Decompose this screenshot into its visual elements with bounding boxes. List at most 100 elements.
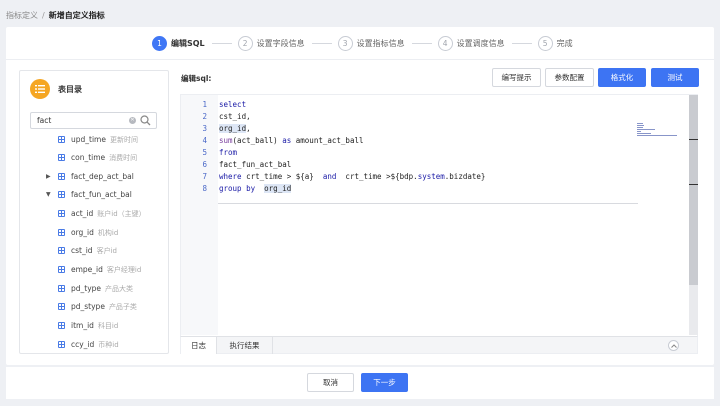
column-icon xyxy=(58,210,65,217)
step-number: 1 xyxy=(152,35,167,51)
catalog-header: 表目录 xyxy=(30,79,82,99)
step-number: 5 xyxy=(537,35,553,51)
step-label: 设置指标信息 xyxy=(356,38,405,48)
tab-execution-result[interactable]: 执行结果 xyxy=(217,337,273,354)
code-text: group by org_id xyxy=(219,183,292,195)
code-token: where xyxy=(219,172,242,181)
tab-log[interactable]: 日志 xyxy=(181,337,217,354)
column-name: cst_id xyxy=(71,246,93,255)
search-icon[interactable] xyxy=(140,115,151,126)
tree-column-item[interactable]: ccy_id 币种id xyxy=(58,336,119,353)
tree-column-item[interactable]: pd_stype 产品子类 xyxy=(58,298,137,315)
caret-down-icon[interactable]: ▼ xyxy=(46,191,51,198)
code-token: from xyxy=(219,148,238,157)
catalog-title: 表目录 xyxy=(58,84,82,94)
param-config-button[interactable]: 参数配置 xyxy=(545,68,594,87)
tree-column-item[interactable]: upd_time 更新时间 xyxy=(58,131,138,148)
writing-hint-button[interactable]: 编写提示 xyxy=(492,68,541,87)
column-name: upd_time xyxy=(71,135,106,144)
line-number: 2 xyxy=(202,112,207,121)
column-icon xyxy=(58,322,65,329)
column-name: con_time xyxy=(71,153,106,162)
editor-scrollbar-thumb[interactable] xyxy=(689,95,698,285)
tree-column-item[interactable]: pd_type 产品大类 xyxy=(58,280,133,297)
step-number: 3 xyxy=(337,35,353,51)
test-button[interactable]: 测试 xyxy=(651,68,699,87)
step-label: 编辑SQL xyxy=(171,38,205,48)
line-number: 5 xyxy=(202,148,207,157)
code-line[interactable]: 7 where crt_time > ${a} and crt_time >${b… xyxy=(181,171,681,183)
code-token: crt_time > ${a} xyxy=(241,172,323,181)
page-title: 新增自定义指标 xyxy=(48,11,105,20)
column-desc: 币种id xyxy=(98,340,119,349)
column-desc: 消费时间 xyxy=(109,153,138,162)
code-token: amount_act_ball xyxy=(291,136,364,145)
list-icon xyxy=(30,79,50,99)
step-schedule-info: 4 设置调度信息 xyxy=(437,35,505,51)
next-step-button[interactable]: 下一步 xyxy=(361,373,408,392)
code-line[interactable]: 1 select xyxy=(181,99,681,111)
step-number: 2 xyxy=(237,35,253,51)
tree-table-item[interactable]: ▼ fact_fun_act_bal xyxy=(46,186,132,203)
tree-column-item[interactable]: con_time 消费时间 xyxy=(58,149,137,166)
line-number: 8 xyxy=(202,184,207,193)
minimap-line xyxy=(637,133,651,134)
breadcrumb-separator: / xyxy=(42,11,45,20)
code-line[interactable]: 2 cst_id, xyxy=(181,111,681,123)
table-name: fact_dep_act_bal xyxy=(71,172,134,181)
column-icon xyxy=(58,341,65,348)
code-token: sum xyxy=(219,136,233,145)
code-token: .bizdate} xyxy=(444,172,486,181)
code-minimap[interactable] xyxy=(637,123,677,137)
tree-table-item[interactable]: ▶ fact_dep_act_bal xyxy=(46,168,134,185)
column-icon xyxy=(58,285,65,292)
step-connector xyxy=(511,42,532,44)
column-name: act_id xyxy=(71,209,94,218)
clear-icon[interactable]: ✕ xyxy=(129,117,136,124)
header-divider xyxy=(6,59,714,60)
table-search-input[interactable] xyxy=(31,113,126,128)
code-line[interactable]: 3 org_id, xyxy=(181,123,681,135)
tree-column-item[interactable]: act_id 账户id（主键） xyxy=(58,205,146,222)
column-icon xyxy=(58,247,65,254)
column-name: ccy_id xyxy=(71,340,95,349)
sql-code-editor[interactable]: 1 select 2 cst_id, 3 org_id, 4 sum(act_ball) as… xyxy=(180,94,698,338)
column-desc: 更新时间 xyxy=(109,135,138,144)
code-line[interactable]: 8 group by org_id xyxy=(181,183,681,195)
step-label: 完成 xyxy=(556,38,573,48)
step-label: 设置字段信息 xyxy=(256,38,305,48)
minimap-line xyxy=(637,127,643,128)
editor-scrollbar[interactable] xyxy=(689,95,698,335)
step-connector xyxy=(411,42,432,44)
cancel-button[interactable]: 取消 xyxy=(307,373,354,392)
caret-right-icon[interactable]: ▶ xyxy=(46,173,51,180)
minimap-line xyxy=(637,125,644,126)
code-line[interactable]: 5 from xyxy=(181,147,681,159)
tree-column-item[interactable]: itm_id 科目id xyxy=(58,317,118,334)
code-line[interactable]: 4 sum(act_ball) as amount_act_ball xyxy=(181,135,681,147)
line-number: 3 xyxy=(202,124,207,133)
breadcrumb-parent-link[interactable]: 指标定义 xyxy=(6,10,38,21)
line-number: 4 xyxy=(202,136,207,145)
code-token: , xyxy=(246,124,251,133)
tree-column-item[interactable]: cst_id 客户id xyxy=(58,242,117,259)
table-catalog-panel: 表目录 ✕ upd_time 更新时间 con_time 消费时间 ▶ fact… xyxy=(19,70,169,354)
step-connector xyxy=(311,42,332,44)
code-text: from xyxy=(219,147,237,159)
code-text: select xyxy=(219,99,246,111)
step-indicator: 1 编辑SQL 2 设置字段信息 3 设置指标信息 4 设置调度信息 5 完成 xyxy=(152,35,573,51)
code-token: group by xyxy=(219,184,256,193)
code-line[interactable]: 6 fact_fun_act_bal xyxy=(181,159,681,171)
line-number: 1 xyxy=(202,100,207,109)
column-desc: 账户id（主键） xyxy=(97,209,146,218)
format-button[interactable]: 格式化 xyxy=(598,68,646,87)
tree-column-item[interactable]: org_id 机构id xyxy=(58,224,118,241)
chevron-up-icon[interactable] xyxy=(668,340,679,351)
column-desc: 科目id xyxy=(97,321,119,330)
column-icon xyxy=(58,154,65,161)
code-token: org_id xyxy=(219,124,247,133)
code-text: cst_id, xyxy=(219,111,251,123)
breadcrumb: 指标定义 / 新增自定义指标 xyxy=(6,10,105,21)
tree-column-item[interactable]: empe_id 客户经理id xyxy=(58,261,141,278)
